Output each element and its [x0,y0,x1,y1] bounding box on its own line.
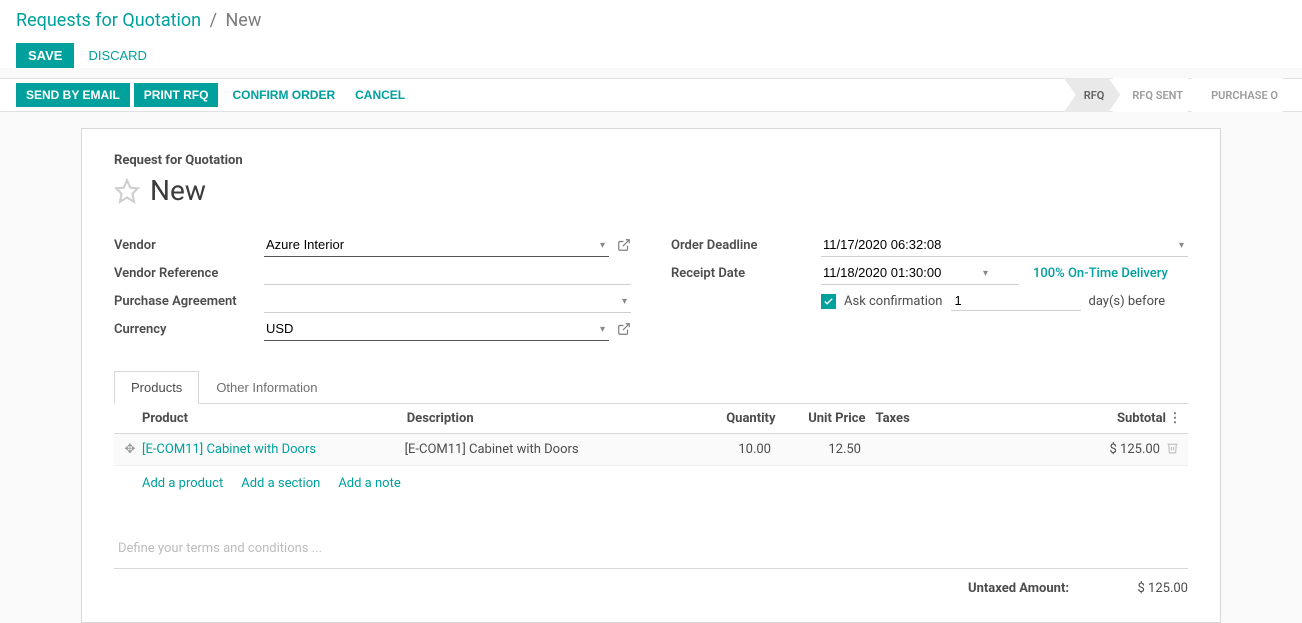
untaxed-amount-label: Untaxed Amount: [968,581,1069,596]
row-product[interactable]: [E-COM11] Cabinet with Doors [142,442,405,457]
add-note-link[interactable]: Add a note [338,476,400,491]
confirm-order-button[interactable]: CONFIRM ORDER [222,83,345,107]
currency-label: Currency [114,322,264,337]
breadcrumb: Requests for Quotation / New [16,10,1286,31]
row-quantity[interactable]: 10.00 [691,442,781,457]
on-time-delivery-stat[interactable]: 100% On-Time Delivery [1033,266,1168,281]
page-title: New [150,174,206,207]
purchase-agreement-label: Purchase Agreement [114,294,264,309]
external-link-icon[interactable] [617,238,631,252]
form-subtitle: Request for Quotation [114,153,1188,168]
add-product-link[interactable]: Add a product [142,476,223,491]
order-deadline-label: Order Deadline [671,238,821,253]
vendor-reference-field[interactable] [264,261,631,285]
purchase-agreement-field[interactable] [264,289,631,313]
external-link-icon[interactable] [617,322,631,336]
status-bar: RFQ RFQ SENT PURCHASE O [1064,78,1286,112]
send-by-email-button[interactable]: SEND BY EMAIL [16,83,130,107]
row-description[interactable]: [E-COM11] Cabinet with Doors [405,442,691,457]
grid-header: Product Description Quantity Unit Price … [114,404,1188,434]
priority-star-icon[interactable] [114,178,140,204]
order-deadline-field[interactable] [821,233,1188,257]
vendor-label: Vendor [114,238,264,253]
status-purchase-order[interactable]: PURCHASE O [1191,78,1294,112]
col-description: Description [407,411,696,426]
kebab-icon[interactable]: ⋮ [1166,411,1184,426]
breadcrumb-parent[interactable]: Requests for Quotation [16,10,201,31]
vendor-ref-label: Vendor Reference [114,266,264,281]
ask-confirmation-label: Ask confirmation [844,294,943,309]
ask-confirmation-checkbox[interactable] [821,294,836,309]
row-unit-price[interactable]: 12.50 [781,442,871,457]
add-section-link[interactable]: Add a section [241,476,320,491]
receipt-date-label: Receipt Date [671,266,821,281]
untaxed-amount-value: $ 125.00 [1138,581,1189,596]
receipt-date-field[interactable] [821,261,1019,285]
status-rfq-sent[interactable]: RFQ SENT [1112,78,1199,112]
status-rfq[interactable]: RFQ [1064,78,1121,112]
drag-handle-icon[interactable]: ✥ [118,442,142,457]
table-row[interactable]: ✥ [E-COM11] Cabinet with Doors [E-COM11]… [114,434,1188,466]
save-button[interactable]: SAVE [16,43,74,68]
trash-icon[interactable] [1160,441,1184,458]
col-product: Product [142,411,407,426]
currency-field[interactable] [264,317,609,341]
cancel-button[interactable]: CANCEL [345,83,415,107]
col-subtotal: Subtotal [1056,411,1166,426]
row-subtotal: $ 125.00 [1050,442,1160,457]
confirmation-days-field[interactable] [951,291,1081,311]
breadcrumb-current: New [225,10,261,31]
col-taxes: Taxes [876,411,1056,426]
vendor-field[interactable] [264,233,609,257]
col-quantity: Quantity [696,411,786,426]
tab-other-information[interactable]: Other Information [199,371,334,403]
col-unit-price: Unit Price [786,411,876,426]
days-before-label: day(s) before [1089,294,1166,309]
print-rfq-button[interactable]: PRINT RFQ [134,83,219,107]
discard-button[interactable]: DISCARD [88,48,147,63]
tab-products[interactable]: Products [114,371,199,404]
terms-conditions-field[interactable]: Define your terms and conditions ... [114,501,1188,568]
